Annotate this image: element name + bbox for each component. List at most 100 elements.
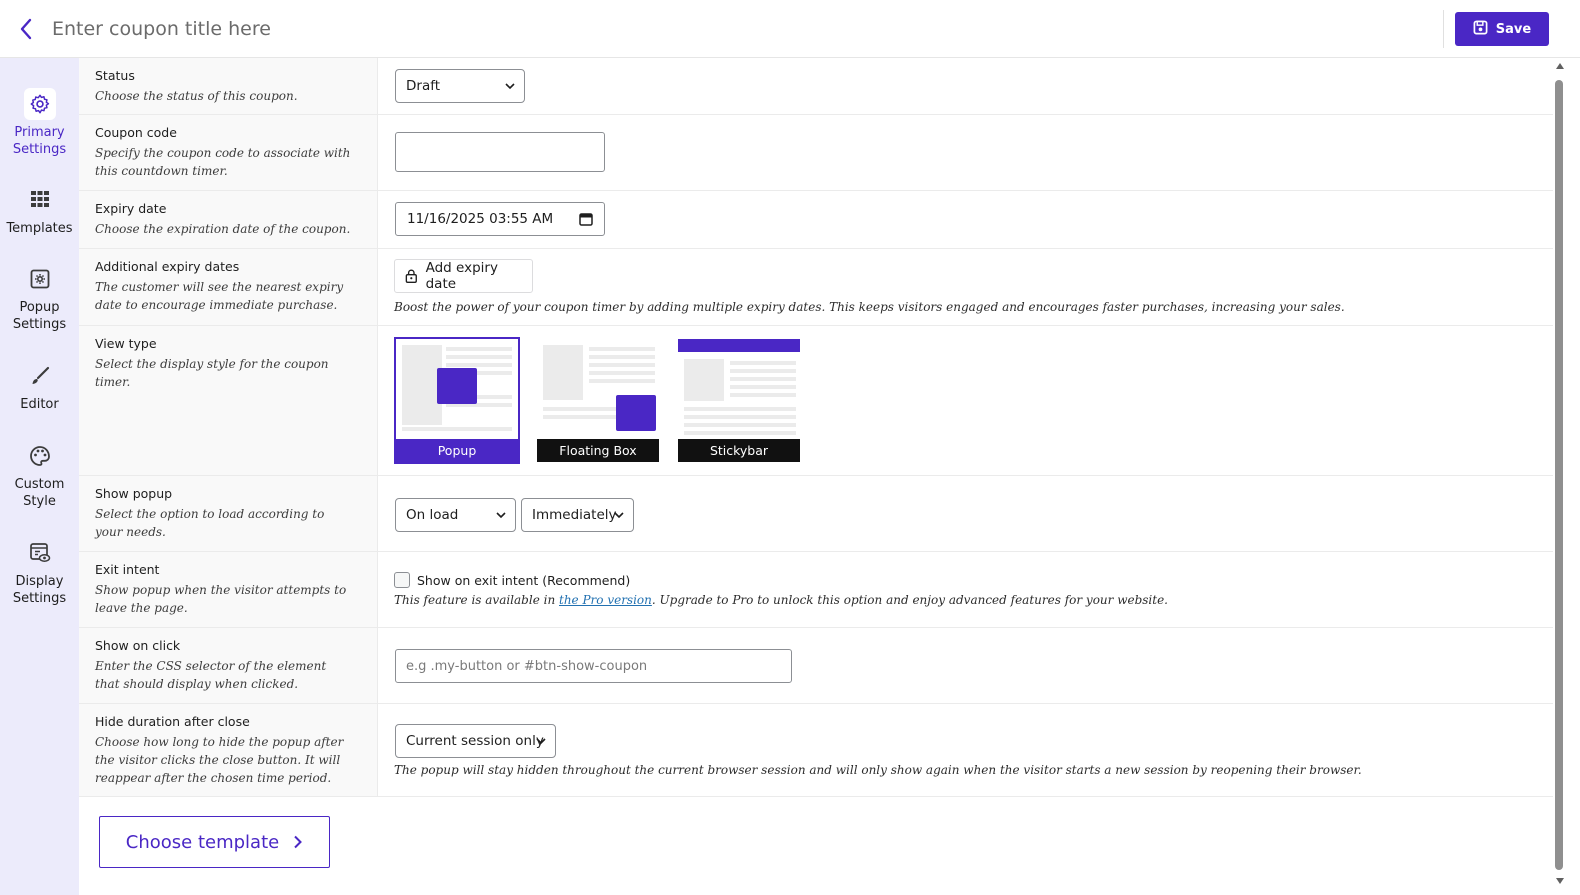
expiry-date-label-col: Expiry date Choose the expiration date o… — [79, 191, 378, 248]
chevron-down-icon — [496, 512, 506, 519]
expiry-date-input[interactable]: 11/16/2025 03:55 AM — [395, 202, 605, 236]
scroll-thumb[interactable] — [1555, 80, 1563, 870]
hide-duration-select[interactable]: Current session only — [395, 724, 556, 758]
save-button[interactable]: Save — [1455, 12, 1549, 46]
calendar-icon — [579, 213, 593, 226]
exit-intent-label-col: Exit intent Show popup when the visitor … — [79, 552, 378, 627]
view-type-floating-box-card[interactable]: Floating Box — [535, 337, 661, 464]
view-type-stickybar-card[interactable]: Stickybar — [676, 337, 802, 464]
help-text-before: This feature is available in — [394, 593, 559, 607]
hide-duration-value: Current session only — [406, 733, 544, 749]
popup-preview — [396, 339, 518, 439]
top-bar: Save — [0, 0, 1580, 58]
chevron-down-icon — [614, 512, 624, 519]
status-row: Status Choose the status of this coupon.… — [79, 58, 1553, 115]
sidebar-item-label: Display Settings — [12, 574, 67, 606]
hide-duration-row: Hide duration after close Choose how lon… — [79, 704, 1553, 797]
sidebar-item-popup-settings[interactable]: Popup Settings — [0, 263, 79, 333]
row-description: Enter the CSS selector of the element th… — [95, 659, 327, 691]
scroll-down-arrow-icon[interactable] — [1555, 877, 1565, 885]
view-type-label: Floating Box — [537, 439, 659, 462]
show-on-click-label-col: Show on click Enter the CSS selector of … — [79, 628, 378, 703]
row-description: Select the option to load according to y… — [95, 507, 325, 539]
expiry-date-row: Expiry date Choose the expiration date o… — [79, 191, 1553, 249]
view-type-row: View type Select the display style for t… — [79, 326, 1553, 476]
row-title: Show on click — [95, 638, 181, 653]
view-type-label: Popup — [396, 439, 518, 462]
status-select-value: Draft — [406, 78, 441, 94]
show-popup-label-col: Show popup Select the option to load acc… — [79, 476, 378, 551]
show-popup-row: Show popup Select the option to load acc… — [79, 476, 1553, 552]
row-title: Show popup — [95, 486, 173, 501]
sidebar-item-label: Templates — [6, 221, 73, 236]
save-icon — [1473, 20, 1488, 38]
show-popup-trigger-select[interactable]: On load — [395, 498, 516, 532]
show-on-click-row: Show on click Enter the CSS selector of … — [79, 628, 1553, 704]
brush-icon — [24, 360, 56, 392]
sidebar-item-custom-style[interactable]: Custom Style — [0, 440, 79, 510]
exit-intent-checkbox-label[interactable]: Show on exit intent (Recommend) — [417, 573, 630, 588]
expiry-date-value: 11/16/2025 03:55 AM — [407, 211, 554, 227]
exit-intent-help: This feature is available in the Pro ver… — [394, 593, 1168, 607]
coupon-code-label-col: Coupon code Specify the coupon code to a… — [79, 115, 378, 190]
row-title: Status — [95, 68, 135, 83]
status-label-col: Status Choose the status of this coupon. — [79, 58, 378, 114]
additional-expiry-help: Boost the power of your coupon timer by … — [394, 300, 1345, 314]
row-title: Expiry date — [95, 201, 167, 216]
gear-icon — [23, 88, 56, 120]
sidebar-item-label: Custom Style — [14, 477, 65, 509]
header-divider — [1443, 10, 1444, 48]
row-description: Choose the status of this coupon. — [95, 89, 298, 103]
view-type-popup-card[interactable]: Popup — [394, 337, 520, 464]
row-title: Hide duration after close — [95, 714, 250, 729]
sidebar-item-editor[interactable]: Editor — [0, 360, 79, 413]
row-description: Show popup when the visitor attempts to … — [95, 583, 347, 615]
sidebar-item-label: Primary Settings — [12, 125, 67, 157]
sidebar-item-display-settings[interactable]: Display Settings — [0, 537, 79, 607]
sidebar-item-label: Editor — [20, 397, 59, 412]
status-select[interactable]: Draft — [395, 69, 525, 103]
coupon-code-row: Coupon code Specify the coupon code to a… — [79, 115, 1553, 191]
trigger-value: On load — [406, 507, 459, 523]
show-popup-delay-select[interactable]: Immediately — [521, 498, 634, 532]
back-arrow-icon[interactable] — [14, 17, 38, 41]
sidebar: Primary Settings Templates Popup Setting… — [0, 58, 79, 895]
sidebar-item-primary-settings[interactable]: Primary Settings — [0, 88, 79, 158]
coupon-title-input[interactable] — [52, 14, 652, 44]
choose-template-button[interactable]: Choose template — [99, 816, 330, 868]
add-expiry-date-button[interactable]: Add expiry date — [394, 259, 533, 293]
settings-panel: Status Choose the status of this coupon.… — [79, 58, 1553, 895]
chevron-down-icon — [536, 738, 546, 745]
exit-intent-row: Exit intent Show popup when the visitor … — [79, 552, 1553, 628]
stickybar-preview — [678, 339, 800, 439]
chevron-right-icon — [294, 835, 303, 849]
save-label: Save — [1495, 21, 1532, 37]
row-description: Choose the expiration date of the coupon… — [95, 222, 351, 236]
add-expiry-date-label: Add expiry date — [425, 260, 498, 292]
row-title: View type — [95, 336, 157, 351]
popup-gear-icon — [24, 263, 56, 295]
palette-icon — [24, 440, 56, 472]
sidebar-item-templates[interactable]: Templates — [0, 184, 79, 237]
scroll-up-arrow-icon[interactable] — [1555, 62, 1565, 70]
exit-intent-checkbox[interactable] — [394, 572, 410, 588]
additional-expiry-label-col: Additional expiry dates The customer wil… — [79, 249, 378, 325]
css-selector-input[interactable] — [395, 649, 792, 683]
row-description: Choose how long to hide the popup after … — [95, 735, 344, 785]
row-description: The customer will see the nearest expiry… — [95, 280, 344, 312]
row-description: Select the display style for the coupon … — [95, 357, 329, 389]
display-eye-icon — [24, 537, 56, 569]
choose-template-label: Choose template — [125, 831, 280, 853]
coupon-code-input[interactable] — [395, 132, 605, 172]
chevron-down-icon — [505, 83, 515, 90]
view-type-label-col: View type Select the display style for t… — [79, 326, 378, 475]
hide-duration-label-col: Hide duration after close Choose how lon… — [79, 704, 378, 796]
row-title: Exit intent — [95, 562, 160, 577]
view-type-label: Stickybar — [678, 439, 800, 462]
lock-icon — [405, 269, 417, 283]
pro-version-link[interactable]: the Pro version — [559, 593, 652, 607]
grid-icon — [24, 184, 56, 216]
hide-duration-help: The popup will stay hidden throughout th… — [394, 763, 1362, 777]
additional-expiry-row: Additional expiry dates The customer wil… — [79, 249, 1553, 326]
sidebar-item-label: Popup Settings — [12, 300, 67, 332]
